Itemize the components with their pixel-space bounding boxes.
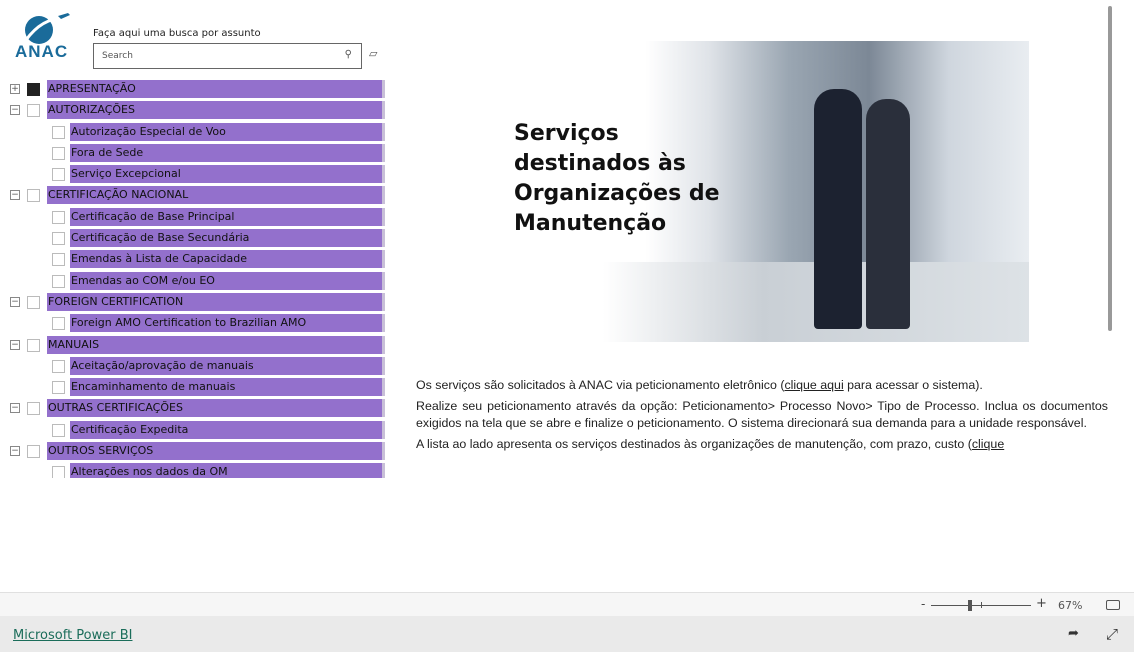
- tree-item[interactable]: Alterações nos dados da OM: [0, 462, 388, 478]
- checkbox[interactable]: [27, 338, 40, 352]
- expand-icon[interactable]: +: [10, 84, 20, 94]
- tree-item-label[interactable]: Fora de Sede: [70, 143, 385, 162]
- footer: Microsoft Power BI ➦ ⤢: [0, 616, 1134, 652]
- tree-item[interactable]: Fora de Sede: [0, 143, 388, 164]
- text: A lista ao lado apresenta os serviços de…: [416, 437, 972, 451]
- technician-figure: [814, 89, 862, 329]
- collapse-icon[interactable]: −: [10, 190, 20, 201]
- tree-item-label[interactable]: Aceitação/aprovação de manuais: [70, 356, 385, 375]
- tree-item-label[interactable]: AUTORIZAÇÕES: [47, 101, 385, 120]
- anac-logo-text: ANAC: [15, 42, 69, 61]
- tree-item[interactable]: Emendas à Lista de Capacidade: [0, 249, 388, 270]
- power-bi-link[interactable]: Microsoft Power BI: [13, 628, 132, 643]
- hangar-floor: [496, 262, 1029, 342]
- tree-item[interactable]: + APRESENTAÇÃO: [0, 79, 388, 100]
- tree-item-label[interactable]: Alterações nos dados da OM: [70, 463, 385, 478]
- checkbox[interactable]: [27, 104, 40, 118]
- checkbox[interactable]: [52, 423, 65, 437]
- tree-item[interactable]: Aceitação/aprovação de manuais: [0, 356, 388, 377]
- checkbox[interactable]: [27, 402, 40, 416]
- tree-item-label[interactable]: MANUAIS: [47, 335, 385, 354]
- tree-item-label[interactable]: Serviço Excepcional: [70, 165, 385, 184]
- clique-link[interactable]: clique: [972, 437, 1004, 451]
- tree-item-label[interactable]: APRESENTAÇÃO: [47, 80, 385, 98]
- tree-item[interactable]: Certificação Expedita: [0, 420, 388, 441]
- zoom-out-button[interactable]: -: [921, 597, 925, 611]
- zoom-tick: [981, 602, 982, 608]
- search-placeholder: Search: [102, 51, 133, 61]
- tree-item[interactable]: Foreign AMO Certification to Brazilian A…: [0, 313, 388, 334]
- paragraph-2: Realize seu peticionamento através da op…: [416, 399, 1108, 430]
- zoom-bar: - + 67%: [0, 592, 1134, 616]
- tree-item[interactable]: − MANUAIS: [0, 335, 388, 356]
- checkbox[interactable]: [52, 253, 65, 267]
- search-label: Faça aqui uma busca por assunto: [93, 28, 261, 39]
- tree-item[interactable]: − FOREIGN CERTIFICATION: [0, 292, 388, 313]
- tree-item-label[interactable]: Foreign AMO Certification to Brazilian A…: [70, 314, 385, 333]
- checkbox[interactable]: [27, 445, 40, 459]
- checkbox[interactable]: [52, 232, 65, 246]
- tree-item[interactable]: Certificação de Base Principal: [0, 207, 388, 228]
- collapse-icon[interactable]: −: [10, 403, 20, 414]
- tree-item[interactable]: − CERTIFICAÇÃO NACIONAL: [0, 185, 388, 206]
- zoom-in-button[interactable]: +: [1036, 596, 1047, 611]
- text: para acessar o sistema).: [843, 378, 983, 392]
- checkbox[interactable]: [52, 146, 65, 160]
- clique-aqui-link[interactable]: clique aqui: [784, 378, 843, 392]
- paragraph-3: A lista ao lado apresenta os serviços de…: [416, 436, 1108, 453]
- collapse-icon[interactable]: −: [10, 296, 20, 307]
- checkbox[interactable]: [52, 210, 65, 224]
- checkbox[interactable]: [52, 466, 65, 478]
- tree-item-label[interactable]: Certificação Expedita: [70, 420, 385, 439]
- collapse-icon[interactable]: −: [10, 339, 20, 350]
- text: Os serviços são solicitados à ANAC via p…: [416, 378, 785, 392]
- checkbox[interactable]: [27, 189, 40, 203]
- checkbox[interactable]: [52, 359, 65, 373]
- checkbox[interactable]: [52, 317, 65, 331]
- collapse-icon[interactable]: −: [10, 105, 20, 116]
- tree-item[interactable]: − OUTRAS CERTIFICAÇÕES: [0, 398, 388, 419]
- tree-item-label[interactable]: Emendas ao COM e/ou EO: [70, 271, 385, 290]
- checkbox[interactable]: [52, 381, 65, 395]
- hero-title: Serviços destinados às Organizações de M…: [514, 121, 720, 236]
- checkbox[interactable]: [52, 168, 65, 182]
- tree-item-label[interactable]: Emendas à Lista de Capacidade: [70, 250, 385, 269]
- tree-item-label[interactable]: Certificação de Base Secundária: [70, 229, 385, 248]
- fullscreen-icon[interactable]: ⤢: [1106, 625, 1118, 643]
- tree-item[interactable]: Encaminhamento de manuais: [0, 377, 388, 398]
- tree-item-label[interactable]: Autorização Especial de Voo: [70, 122, 385, 141]
- tree-item-label[interactable]: OUTRAS CERTIFICAÇÕES: [47, 399, 385, 418]
- tree-item-label[interactable]: FOREIGN CERTIFICATION: [47, 292, 385, 311]
- tree-item-label[interactable]: Encaminhamento de manuais: [70, 378, 385, 397]
- zoom-percent: 67%: [1058, 599, 1083, 612]
- eraser-icon[interactable]: ▱: [369, 47, 377, 60]
- search-input[interactable]: Search ⚲: [93, 43, 362, 69]
- tree-item[interactable]: Emendas ao COM e/ou EO: [0, 271, 388, 292]
- checkbox[interactable]: [27, 83, 40, 96]
- fit-to-page-icon[interactable]: [1106, 600, 1120, 610]
- checkbox[interactable]: [27, 295, 40, 309]
- hero-image: Serviços destinados às Organizações de M…: [496, 41, 1029, 342]
- collapse-icon[interactable]: −: [10, 446, 20, 457]
- tree-item[interactable]: − OUTROS SERVIÇOS: [0, 441, 388, 462]
- tree-item[interactable]: Autorização Especial de Voo: [0, 122, 388, 143]
- search-icon[interactable]: ⚲: [345, 49, 352, 60]
- tree-item-label[interactable]: CERTIFICAÇÃO NACIONAL: [47, 186, 385, 205]
- technician-figure: [866, 99, 910, 329]
- tree-item[interactable]: − AUTORIZAÇÕES: [0, 100, 388, 121]
- checkbox[interactable]: [52, 274, 65, 288]
- paragraph-1: Os serviços são solicitados à ANAC via p…: [416, 377, 1108, 394]
- tree-item[interactable]: Certificação de Base Secundária: [0, 228, 388, 249]
- tree-item[interactable]: Serviço Excepcional: [0, 164, 388, 185]
- slicer-tree: + APRESENTAÇÃO − AUTORIZAÇÕES Autorização Es…: [0, 79, 388, 478]
- zoom-slider-thumb[interactable]: [967, 600, 972, 611]
- tree-item-label[interactable]: Certificação de Base Principal: [70, 207, 385, 226]
- checkbox[interactable]: [52, 125, 65, 139]
- share-icon[interactable]: ➦: [1068, 626, 1079, 641]
- tree-item-label[interactable]: OUTROS SERVIÇOS: [47, 442, 385, 461]
- scrollbar[interactable]: [1108, 6, 1112, 331]
- description-text: Os serviços são solicitados à ANAC via p…: [416, 377, 1108, 481]
